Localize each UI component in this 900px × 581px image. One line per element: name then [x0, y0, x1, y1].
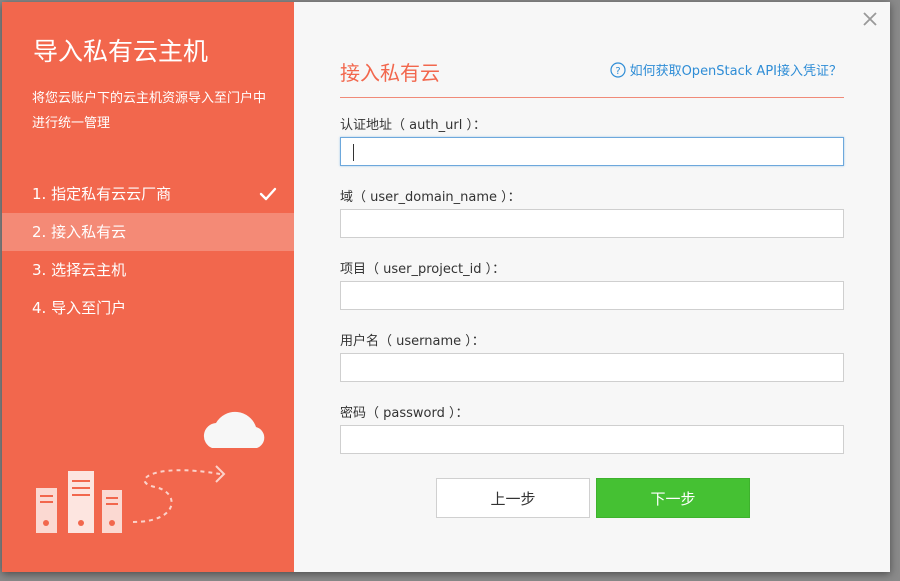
step-2: 2. 接入私有云	[2, 213, 294, 251]
username-input[interactable]	[340, 353, 844, 382]
text-caret	[353, 144, 354, 161]
step-3-label: 3. 选择云主机	[32, 261, 127, 279]
password-label: 密码（ password ）：	[340, 406, 469, 421]
cloud-server-illustration	[36, 411, 265, 533]
help-link-label: 如何获取OpenStack API接入凭证？	[629, 64, 842, 79]
section-title: 接入私有云	[340, 61, 440, 85]
title-divider	[340, 97, 844, 98]
cloud-icon	[203, 411, 265, 448]
previous-button[interactable]: 上一步	[436, 478, 590, 518]
step-2-label: 2. 接入私有云	[32, 223, 127, 241]
sidebar-title: 导入私有云主机	[33, 37, 209, 66]
help-link[interactable]: ? 如何获取OpenStack API接入凭证？	[609, 60, 842, 79]
import-private-cloud-dialog: 导入私有云主机 将您云账户下的云主机资源导入至门户中进行统一管理 1. 指定私有…	[2, 2, 890, 572]
close-icon[interactable]	[862, 11, 878, 27]
sidebar-description: 将您云账户下的云主机资源导入至门户中进行统一管理	[32, 91, 267, 131]
user-domain-name-label: 域（ user_domain_name ）：	[340, 190, 521, 205]
password-input[interactable]	[340, 425, 844, 454]
check-icon	[259, 187, 277, 201]
svg-text:?: ?	[615, 66, 620, 77]
step-1-label: 1. 指定私有云云厂商	[32, 185, 172, 203]
user-project-id-label: 项目（ user_project_id ）：	[340, 262, 506, 277]
auth-url-input[interactable]	[340, 137, 844, 166]
help-circle-icon: ?	[609, 61, 626, 78]
username-label: 用户名（ username ）：	[340, 334, 485, 349]
server-icon	[36, 471, 122, 533]
user-project-id-input[interactable]	[340, 281, 844, 310]
step-4-label: 4. 导入至门户	[32, 299, 127, 317]
wizard-sidebar: 导入私有云主机 将您云账户下的云主机资源导入至门户中进行统一管理 1. 指定私有…	[2, 2, 294, 572]
step-1: 1. 指定私有云云厂商	[2, 175, 294, 213]
step-3: 3. 选择云主机	[2, 251, 294, 289]
auth-url-label: 认证地址（ auth_url ）：	[340, 118, 487, 133]
step-4: 4. 导入至门户	[2, 289, 294, 327]
next-button[interactable]: 下一步	[596, 478, 750, 518]
wizard-steps: 1. 指定私有云云厂商 2. 接入私有云 3. 选择云主机 4. 导入至门户	[2, 175, 294, 327]
main-panel: 接入私有云 ? 如何获取OpenStack API接入凭证？ 认证地址（ aut…	[294, 2, 890, 572]
user-domain-name-input[interactable]	[340, 209, 844, 238]
